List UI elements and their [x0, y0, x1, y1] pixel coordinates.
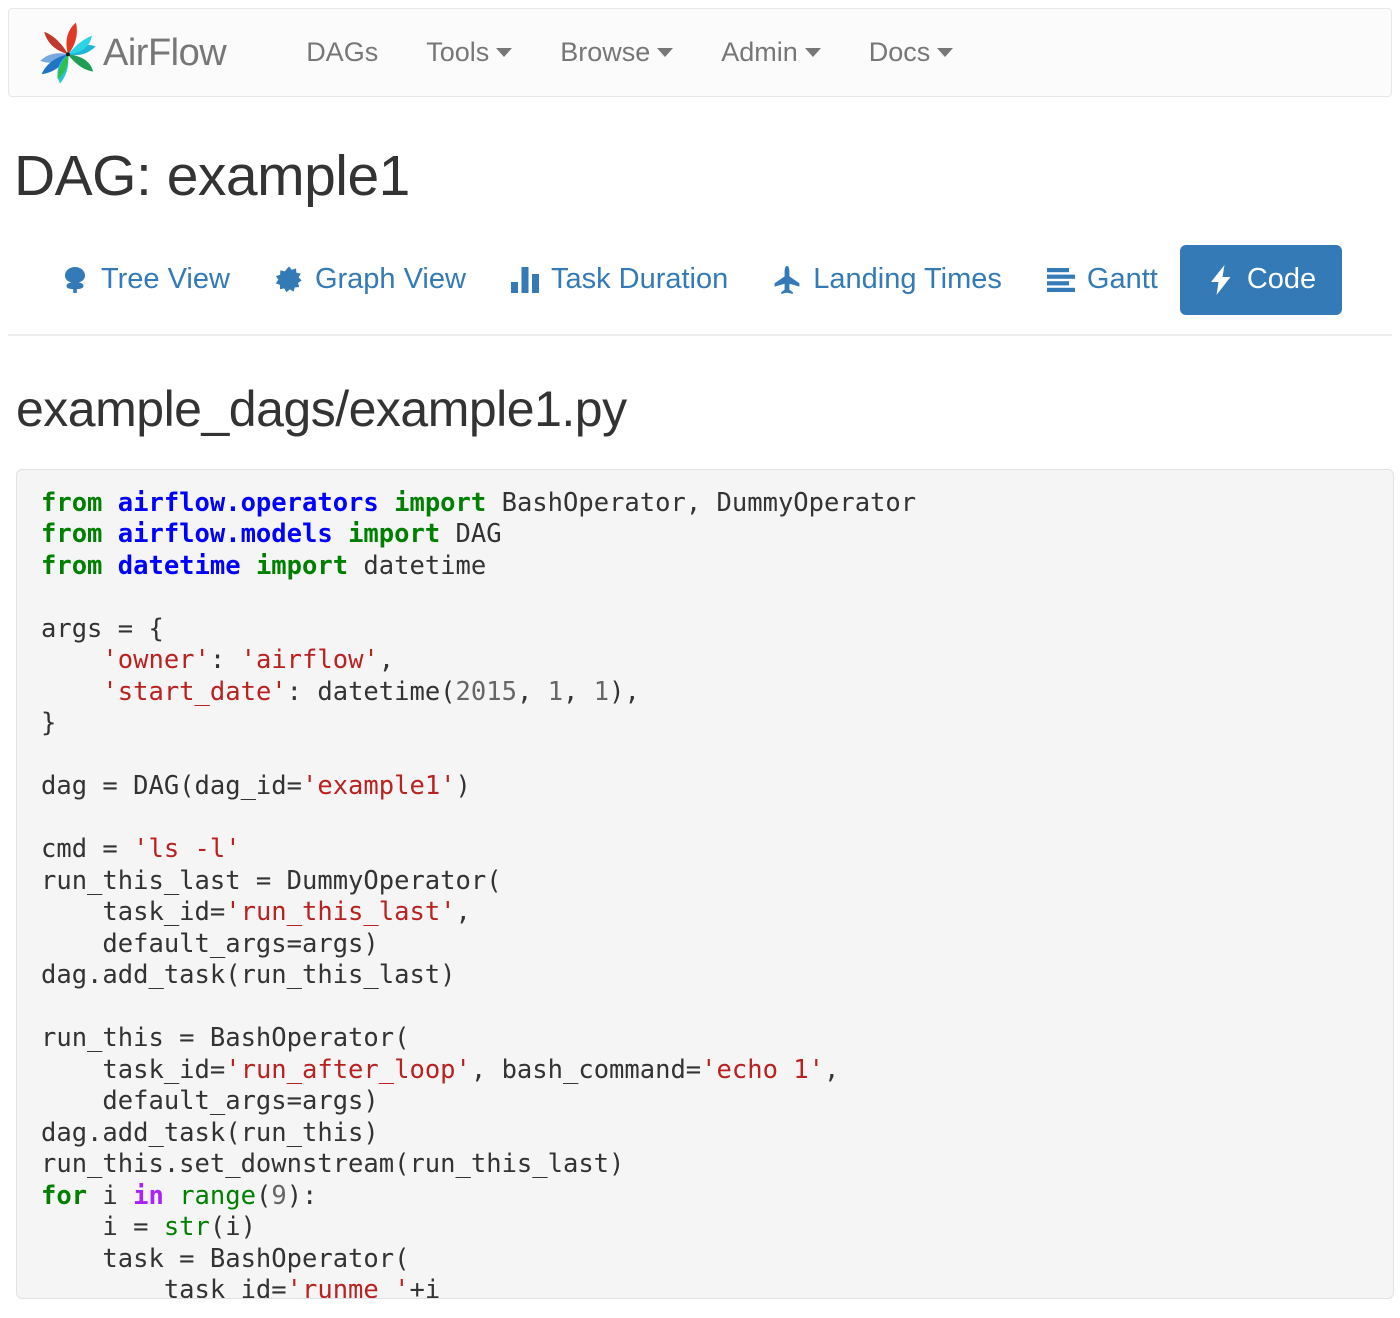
- nav-link-label: Admin: [721, 39, 798, 66]
- chevron-down-icon: [937, 48, 953, 57]
- tab-label: Tree View: [101, 265, 230, 294]
- nav-link-label: Browse: [560, 39, 650, 66]
- plane-icon: [772, 265, 802, 295]
- section-divider: [8, 334, 1392, 336]
- lightning-bolt-icon: [1206, 265, 1236, 295]
- certificate-starburst-icon: [274, 265, 304, 295]
- nav-link-tools[interactable]: Tools: [402, 39, 536, 66]
- tab-label: Gantt: [1087, 265, 1158, 294]
- main-content: DAG: example1 Tree View Graph View: [8, 97, 1392, 1299]
- brand-link[interactable]: AirFlow: [35, 20, 226, 86]
- bar-chart-icon: [510, 265, 540, 295]
- chevron-down-icon: [657, 48, 673, 57]
- airflow-pinwheel-logo-icon: [35, 20, 101, 86]
- tab-label: Landing Times: [813, 265, 1002, 294]
- nav-links: DAGs Tools Browse Admin Docs: [282, 39, 977, 66]
- tab-tree-view[interactable]: Tree View: [38, 251, 252, 309]
- nav-link-label: DAGs: [306, 39, 378, 66]
- nav-link-label: Docs: [869, 39, 931, 66]
- nav-link-docs[interactable]: Docs: [845, 39, 978, 66]
- tab-label: Code: [1247, 265, 1316, 294]
- tab-code[interactable]: Code: [1180, 245, 1342, 315]
- source-code-panel: from airflow.operators import BashOperat…: [16, 469, 1394, 1299]
- tab-label: Graph View: [315, 265, 466, 294]
- tab-gantt[interactable]: Gantt: [1024, 251, 1180, 309]
- nav-link-dags[interactable]: DAGs: [282, 39, 402, 66]
- dag-view-tabs: Tree View Graph View Task Duration: [38, 244, 1392, 316]
- source-code: from airflow.operators import BashOperat…: [41, 488, 1393, 1299]
- chevron-down-icon: [805, 48, 821, 57]
- navbar: AirFlow DAGs Tools Browse Admin Docs: [8, 8, 1392, 97]
- chevron-down-icon: [496, 48, 512, 57]
- align-left-icon: [1046, 265, 1076, 295]
- nav-link-admin[interactable]: Admin: [697, 39, 845, 66]
- tab-task-duration[interactable]: Task Duration: [488, 251, 750, 309]
- source-file-title: example_dags/example1.py: [16, 382, 1392, 437]
- tab-graph-view[interactable]: Graph View: [252, 251, 488, 309]
- tree-icon: [60, 265, 90, 295]
- tab-landing-times[interactable]: Landing Times: [750, 251, 1024, 309]
- tab-label: Task Duration: [551, 265, 728, 294]
- page-title: DAG: example1: [14, 145, 1392, 208]
- nav-link-browse[interactable]: Browse: [536, 39, 697, 66]
- nav-link-label: Tools: [426, 39, 489, 66]
- brand-text: AirFlow: [103, 34, 226, 72]
